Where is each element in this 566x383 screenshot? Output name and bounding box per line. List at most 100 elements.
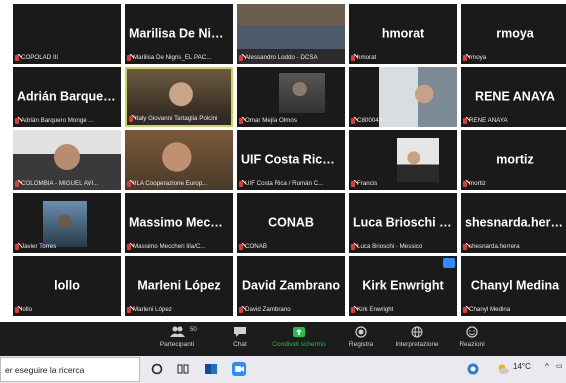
windows-taskbar: er eseguire la ricerca 14°C ^ ▭	[0, 356, 566, 383]
participant-display-name: UIF Costa Rica /...	[241, 152, 345, 167]
muted-mic-icon	[15, 243, 19, 250]
reactions-label: Reazioni	[459, 341, 485, 348]
participant-name-text: mortiz	[469, 180, 486, 187]
participant-name-text: COPOLAD III	[21, 54, 59, 61]
participant-tile[interactable]: hmorat hmorat	[349, 4, 457, 64]
network-icon[interactable]: ▭	[556, 362, 563, 370]
participant-tile[interactable]: Kirk Enwright Kirk Enwright	[349, 256, 457, 316]
participant-name-label: mortiz	[463, 180, 486, 187]
muted-mic-icon	[463, 117, 467, 124]
participant-name-text: shesnarda.herrera	[469, 243, 520, 250]
participant-name-text: rmoya	[469, 54, 487, 61]
participant-display-name: Marilisa De Nig...	[129, 26, 230, 41]
participant-name-label: Italy Giovanni Tartaglia Polcini	[129, 115, 217, 122]
participant-name-text: Marilisa De Nigris_EL PAC...	[133, 54, 212, 61]
participant-display-name: Massimo Mecch...	[129, 215, 233, 230]
muted-mic-icon	[239, 180, 243, 187]
participant-tile[interactable]: Alessandro Loddo - DCSA	[237, 4, 345, 64]
participant-name-text: Chanyl Medina	[469, 306, 511, 313]
taskbar-search[interactable]: er eseguire la ricerca	[0, 357, 140, 382]
participant-name-label: Chanyl Medina	[463, 306, 510, 313]
participant-tile[interactable]: lollo lollo	[13, 256, 121, 316]
muted-mic-icon	[239, 54, 243, 61]
participant-tile[interactable]: COPOLAD III	[13, 4, 121, 64]
muted-mic-icon	[351, 54, 355, 61]
participant-name-label: shesnarda.herrera	[463, 243, 520, 250]
muted-mic-icon	[129, 115, 133, 122]
outlook-icon[interactable]	[204, 362, 218, 376]
participant-video	[43, 201, 87, 247]
security-icon[interactable]	[466, 362, 480, 376]
muted-mic-icon	[351, 117, 355, 124]
participant-tile[interactable]: Marilisa De Nig... Marilisa De Nigris_EL …	[125, 4, 233, 64]
muted-mic-icon	[463, 306, 467, 313]
participant-name-label: Alessandro Loddo - DCSA	[239, 54, 318, 61]
participant-tile[interactable]: C800048	[349, 67, 457, 127]
zoom-app-icon[interactable]	[232, 362, 246, 376]
participant-tile[interactable]: David Zambrano David Zambrano	[237, 256, 345, 316]
participant-tile[interactable]: Marleni López Marleni López	[125, 256, 233, 316]
participant-tile[interactable]: Javier Torres	[13, 193, 121, 253]
participant-tile[interactable]: Omar Mejía Olmos	[237, 67, 345, 127]
temperature: 14°C	[513, 362, 531, 371]
participant-name-label: C800048	[351, 117, 382, 124]
participant-video	[279, 73, 325, 113]
record-button[interactable]: Registra	[344, 326, 378, 348]
muted-mic-icon	[351, 180, 355, 187]
share-screen-button[interactable]: Condividi schermo	[266, 326, 332, 348]
participants-button[interactable]: 50 Partecipanti	[152, 326, 202, 348]
share-screen-label: Condividi schermo	[272, 341, 326, 348]
muted-mic-icon	[15, 54, 19, 61]
globe-icon	[410, 326, 424, 338]
participant-tile[interactable]: Massimo Mecch... Massimo Meccheri Iila/C.…	[125, 193, 233, 253]
participant-tile[interactable]: COLOMBIA - MIGUEL AVI...	[13, 130, 121, 190]
reactions-button[interactable]: Reazioni	[454, 326, 490, 348]
participant-name-label: hmorat	[351, 54, 376, 61]
participant-tile[interactable]: Chanyl Medina Chanyl Medina	[461, 256, 566, 316]
participant-name-label: Massimo Meccheri Iila/C...	[127, 243, 206, 250]
participant-display-name: Kirk Enwright	[362, 278, 444, 293]
participant-display-name: Adrián Barquer...	[17, 89, 118, 104]
muted-mic-icon	[127, 180, 131, 187]
participant-name-label: Javier Torres	[15, 243, 56, 250]
chat-button[interactable]: Chat	[228, 326, 252, 348]
chevron-up-icon[interactable]: ^	[545, 362, 549, 371]
participant-tile[interactable]: UIF Costa Rica /... UIF Costa Rica / Romá…	[237, 130, 345, 190]
muted-mic-icon	[15, 306, 19, 313]
participant-name-label: UIF Costa Rica / Román C...	[239, 180, 323, 187]
participant-tile[interactable]: shesnarda.herrera shesnarda.herrera	[461, 193, 566, 253]
participant-name-text: lollo	[21, 306, 33, 313]
participant-tile[interactable]: RENE ANAYA RENE ANAYA	[461, 67, 566, 127]
participant-name-text: C800048	[357, 117, 383, 124]
muted-mic-icon	[239, 306, 243, 313]
participant-tile[interactable]: CONAB CONAB	[237, 193, 345, 253]
record-label: Registra	[348, 341, 374, 348]
participant-name-label: Francis	[351, 180, 377, 187]
participant-tile[interactable]: rmoya rmoya	[461, 4, 566, 64]
smiley-icon	[465, 326, 479, 338]
participant-name-label: Marleni López	[127, 306, 172, 313]
participant-tile[interactable]: mortiz mortiz	[461, 130, 566, 190]
participant-tile[interactable]: Adrián Barquer... Adrián Barquero Monge .…	[13, 67, 121, 127]
participant-name-text: Omar Mejía Olmos	[245, 117, 297, 124]
participant-tile[interactable]: Italy Giovanni Tartaglia Polcini	[125, 67, 233, 127]
gallery-grid: COPOLAD III Marilisa De Nig... Marilisa De…	[13, 4, 566, 322]
interpretation-button[interactable]: Interpretazione	[388, 326, 446, 348]
participant-name-text: hmorat	[357, 54, 377, 61]
participant-display-name: hmorat	[381, 26, 425, 41]
task-view-icon[interactable]	[176, 362, 190, 376]
options-icon[interactable]	[443, 258, 455, 268]
chat-label: Chat	[233, 341, 247, 348]
participant-tile[interactable]: IILA Cooperazione Europ...	[125, 130, 233, 190]
participants-count: 50	[190, 327, 197, 333]
participant-name-text: RENE ANAYA	[469, 117, 508, 124]
participant-tile[interactable]: Francis	[349, 130, 457, 190]
participant-name-text: Kirk Enwright	[357, 306, 394, 313]
participant-name-label: David Zambrano	[239, 306, 291, 313]
participant-name-text: Italy Giovanni Tartaglia Polcini	[135, 115, 218, 122]
cortana-icon[interactable]	[150, 362, 164, 376]
participant-name-text: Luca Brioschi - Messico	[357, 243, 423, 250]
participant-tile[interactable]: Luca Brioschi - ... Luca Brioschi - Messi…	[349, 193, 457, 253]
participants-icon: 50	[170, 326, 197, 338]
participant-name-text: Francis	[357, 180, 378, 187]
